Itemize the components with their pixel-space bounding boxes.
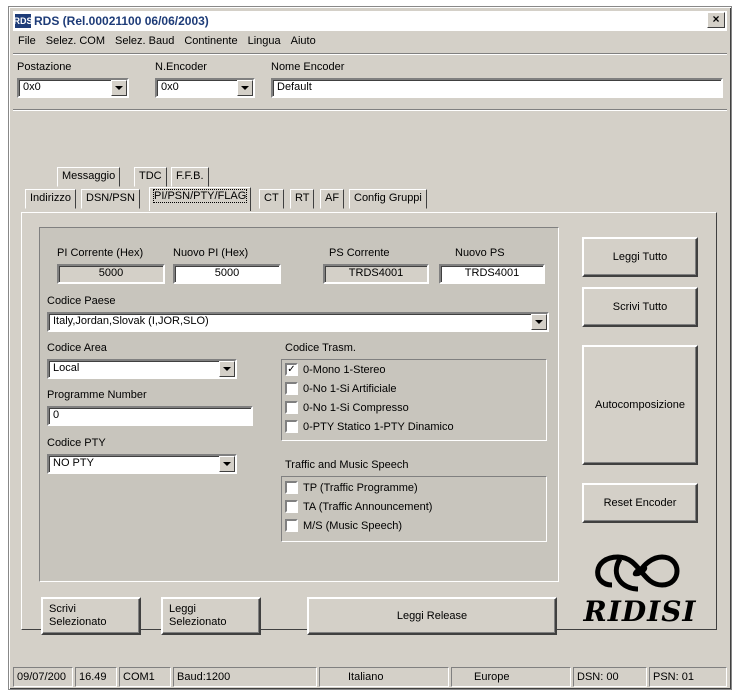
pi-corrente-field: 5000 (57, 264, 165, 284)
tab-tdc[interactable]: TDC (134, 167, 167, 187)
status-baud: Baud:1200 (173, 667, 317, 687)
chevron-down-icon[interactable] (219, 361, 235, 377)
status-dsn: DSN: 00 (573, 667, 647, 687)
ps-corrente-label: PS Corrente (329, 247, 390, 259)
status-date: 09/07/200 (13, 667, 73, 687)
chk-ta[interactable]: TA (Traffic Announcement) (285, 500, 432, 513)
pi-corrente-label: PI Corrente (Hex) (57, 247, 144, 259)
traffic-label: Traffic and Music Speech (285, 459, 409, 471)
tab-pi-psn-pty-flag[interactable]: PI/PSN/PTY/FLAG (149, 187, 252, 211)
chk-mono-stereo-label: 0-Mono 1-Stereo (303, 363, 386, 376)
n-encoder-label: N.Encoder (155, 61, 207, 73)
leggi-selezionato-button[interactable]: Leggi Selezionato (161, 597, 261, 635)
nome-encoder-value: Default (277, 81, 312, 93)
app-icon: RDS (13, 14, 33, 28)
postazione-select[interactable]: 0x0 (17, 78, 129, 98)
nome-encoder-label: Nome Encoder (271, 61, 345, 73)
codice-paese-select[interactable]: Italy,Jordan,Slovak (I,JOR,SLO) (47, 312, 549, 332)
checkbox[interactable] (285, 519, 298, 532)
window-title: RDS (Rel.00021100 06/06/2003) (34, 14, 209, 28)
checkbox[interactable] (285, 420, 298, 433)
chk-compresso-label: 0-No 1-Si Compresso (303, 401, 409, 414)
status-psn: PSN: 01 (649, 667, 727, 687)
status-time: 16.49 (75, 667, 117, 687)
tab-dsn-psn[interactable]: DSN/PSN (81, 189, 140, 209)
menu-selez-com[interactable]: Selez. COM (41, 35, 110, 47)
checkbox[interactable] (285, 500, 298, 513)
codice-pty-value: NO PTY (53, 457, 94, 469)
status-continent: Europe (451, 667, 571, 687)
menu-separator (13, 53, 727, 55)
reset-encoder-button[interactable]: Reset Encoder (582, 483, 698, 523)
checkbox[interactable]: ✓ (285, 363, 298, 376)
ridisi-logo: RIDISI (582, 545, 698, 633)
status-bar: 09/07/200 16.49 COM1 Baud:1200 Italiano … (13, 667, 727, 687)
chk-ms[interactable]: M/S (Music Speech) (285, 519, 402, 532)
menu-aiuto[interactable]: Aiuto (286, 35, 321, 47)
main-window: RDS RDS (Rel.00021100 06/06/2003) × File… (8, 6, 732, 690)
chk-tp-label: TP (Traffic Programme) (303, 481, 418, 494)
close-icon: × (712, 12, 720, 26)
tab-ct[interactable]: CT (259, 189, 284, 209)
close-button[interactable]: × (707, 12, 725, 28)
tab-config-gruppi[interactable]: Config Gruppi (349, 189, 427, 209)
tab-af[interactable]: AF (320, 189, 345, 209)
tab-indirizzo[interactable]: Indirizzo (25, 189, 76, 209)
status-language: Italiano (319, 667, 449, 687)
menu-lingua[interactable]: Lingua (243, 35, 286, 47)
nuovo-pi-field[interactable]: 5000 (173, 264, 281, 284)
codice-area-select[interactable]: Local (47, 359, 237, 379)
programme-number-field[interactable]: 0 (47, 406, 253, 426)
chk-artificiale[interactable]: 0-No 1-Si Artificiale (285, 382, 397, 395)
menu-selez-baud[interactable]: Selez. Baud (110, 35, 179, 47)
codice-paese-value: Italy,Jordan,Slovak (I,JOR,SLO) (53, 315, 209, 327)
chk-artificiale-label: 0-No 1-Si Artificiale (303, 382, 397, 395)
nuovo-pi-label: Nuovo PI (Hex) (173, 247, 249, 259)
chevron-down-icon[interactable] (111, 80, 127, 96)
leggi-release-button[interactable]: Leggi Release (307, 597, 557, 635)
title-bar: RDS RDS (Rel.00021100 06/06/2003) × (13, 11, 727, 31)
chk-pty-dinamico[interactable]: 0-PTY Statico 1-PTY Dinamico (285, 420, 454, 433)
codice-area-value: Local (53, 362, 80, 374)
nuovo-ps-field[interactable]: TRDS4001 (439, 264, 545, 284)
chevron-down-icon[interactable] (531, 314, 547, 330)
chk-ta-label: TA (Traffic Announcement) (303, 500, 433, 513)
ps-corrente-field: TRDS4001 (323, 264, 429, 284)
menu-bar: File Selez. COM Selez. Baud Continente L… (13, 32, 727, 50)
chevron-down-icon[interactable] (237, 80, 253, 96)
programme-number-label: Programme Number (47, 389, 147, 401)
scrivi-selezionato-button[interactable]: Scrivi Selezionato (41, 597, 141, 635)
tab-rt[interactable]: RT (290, 189, 315, 209)
codice-pty-select[interactable]: NO PTY (47, 454, 237, 474)
chk-mono-stereo[interactable]: ✓ 0-Mono 1-Stereo (285, 363, 386, 376)
nuovo-ps-label: Nuovo PS (455, 247, 505, 259)
codice-paese-label: Codice Paese (47, 295, 116, 307)
chk-ms-label: M/S (Music Speech) (303, 519, 403, 532)
postazione-value: 0x0 (23, 81, 41, 93)
n-encoder-value: 0x0 (161, 81, 179, 93)
chk-pty-dinamico-label: 0-PTY Statico 1-PTY Dinamico (303, 420, 454, 433)
tab-ffb[interactable]: F.F.B. (171, 167, 209, 187)
codice-pty-label: Codice PTY (47, 437, 106, 449)
codice-trasm-label: Codice Trasm. (285, 342, 356, 354)
logo-text: RIDISI (583, 595, 697, 628)
checkbox[interactable] (285, 481, 298, 494)
codice-area-label: Codice Area (47, 342, 107, 354)
status-com: COM1 (119, 667, 171, 687)
menu-file[interactable]: File (13, 35, 41, 47)
chk-tp[interactable]: TP (Traffic Programme) (285, 481, 418, 494)
scrivi-tutto-button[interactable]: Scrivi Tutto (582, 287, 698, 327)
postazione-label: Postazione (17, 61, 72, 73)
top-separator (13, 109, 727, 111)
chk-compresso[interactable]: 0-No 1-Si Compresso (285, 401, 409, 414)
checkbox[interactable] (285, 401, 298, 414)
leggi-tutto-button[interactable]: Leggi Tutto (582, 237, 698, 277)
tab-messaggio[interactable]: Messaggio (57, 167, 121, 187)
chevron-down-icon[interactable] (219, 456, 235, 472)
autocomposizione-button[interactable]: Autocomposizione (582, 345, 698, 465)
n-encoder-select[interactable]: 0x0 (155, 78, 255, 98)
nome-encoder-field[interactable]: Default (271, 78, 723, 98)
menu-continente[interactable]: Continente (179, 35, 242, 47)
checkbox[interactable] (285, 382, 298, 395)
